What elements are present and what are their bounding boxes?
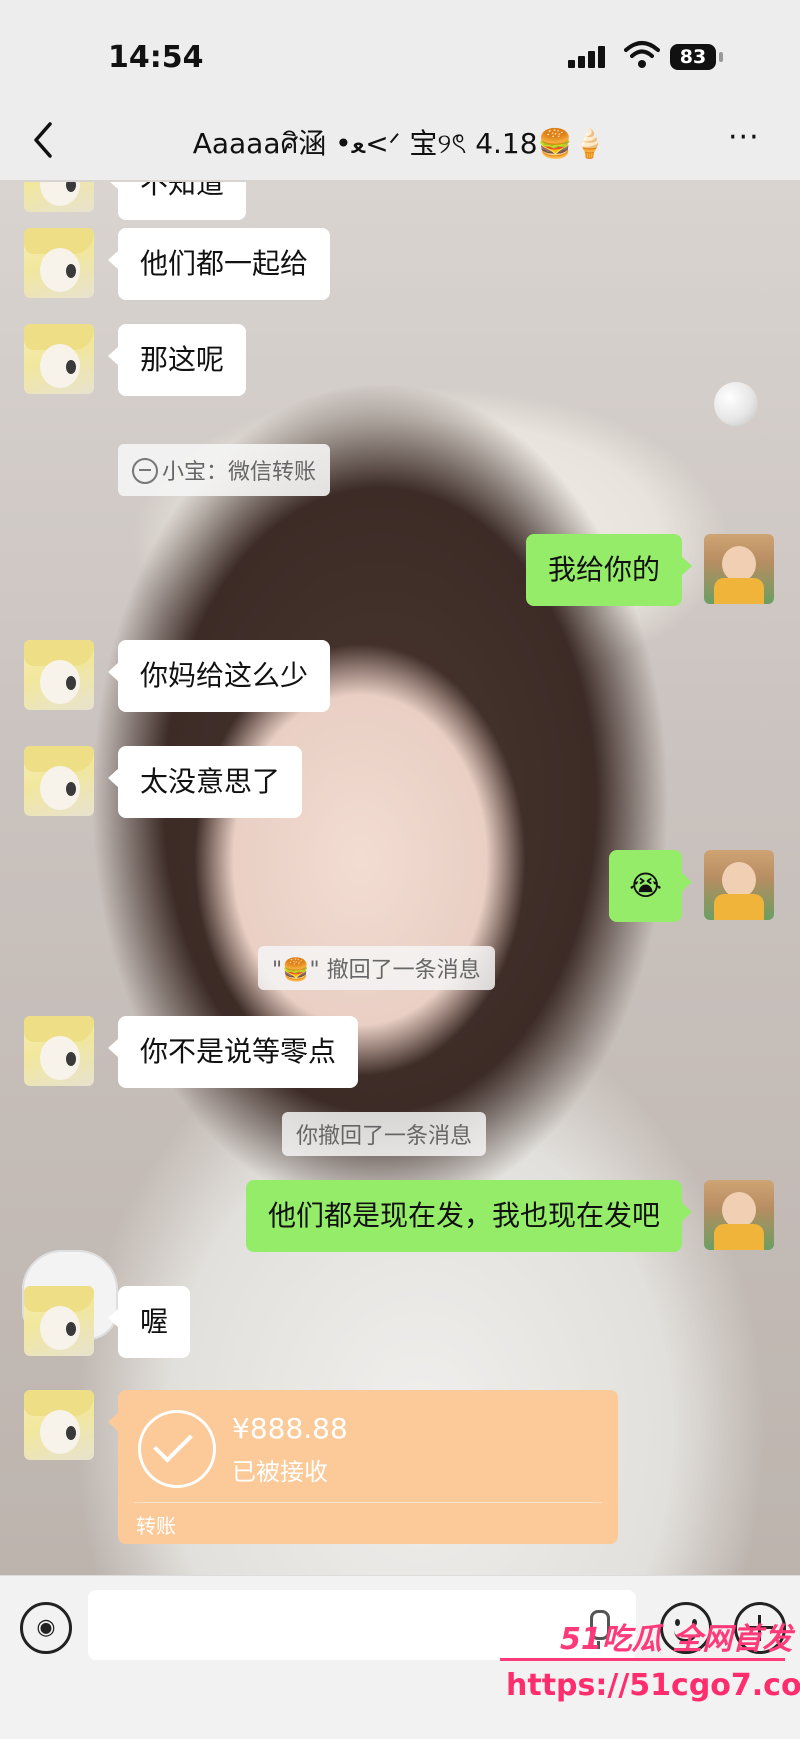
- message-bubble-left[interactable]: 你不是说等零点: [107, 1016, 359, 1088]
- friend-avatar[interactable]: [24, 182, 94, 212]
- message-bubble-right[interactable]: 他们都是现在发，我也现在发吧: [245, 1180, 693, 1252]
- check-circle-icon: [138, 1410, 216, 1488]
- voice-icon[interactable]: ◉: [20, 1602, 72, 1654]
- transfer-divider: [134, 1502, 602, 1503]
- message-bubble-left[interactable]: 不知道: [107, 182, 247, 220]
- friend-avatar[interactable]: [24, 228, 94, 298]
- transfer-icon: [132, 458, 158, 484]
- watermark-title: 51吃瓜 全网首发: [560, 1622, 793, 1657]
- chat-message-list[interactable]: 不知道 他们都一起给 那这呢 小宝：微信转账 我给你的 你妈给这么少 太没意思了…: [0, 182, 800, 1575]
- friend-avatar[interactable]: [24, 1390, 94, 1460]
- battery-tip: [719, 52, 723, 62]
- quoted-message-text: 小宝：微信转账: [162, 460, 317, 485]
- transfer-status: 已被接收: [232, 1458, 328, 1486]
- signal-icon: [568, 46, 608, 68]
- message-bubble-left[interactable]: 你妈给这么少: [107, 640, 331, 712]
- message-bubble-right[interactable]: 我给你的: [525, 534, 693, 606]
- recall-notice: 你撤回了一条消息: [282, 1112, 487, 1156]
- status-bar: 14:54 83: [0, 0, 800, 100]
- transfer-card[interactable]: ¥888.88 已被接收 转账: [108, 1390, 618, 1544]
- my-avatar[interactable]: [704, 534, 774, 604]
- message-bubble-left[interactable]: 太没意思了: [107, 746, 303, 818]
- battery-icon: 83: [670, 44, 716, 70]
- ornament-ball: [714, 382, 758, 426]
- recall-notice: "🍔" 撤回了一条消息: [258, 946, 495, 990]
- my-avatar[interactable]: [704, 1180, 774, 1250]
- status-time: 14:54: [108, 40, 204, 75]
- chat-header: Aaaaaศิ涵 •ﻌ<ᐟ 宝୨ৎ 4.18🍔🍦 ···: [0, 100, 800, 183]
- my-avatar[interactable]: [704, 850, 774, 920]
- chat-title[interactable]: Aaaaaศิ涵 •ﻌ<ᐟ 宝୨ৎ 4.18🍔🍦: [140, 122, 660, 169]
- friend-avatar[interactable]: [24, 640, 94, 710]
- message-bubble-left[interactable]: 他们都一起给: [107, 228, 331, 300]
- message-input[interactable]: [88, 1590, 636, 1660]
- quoted-message[interactable]: 小宝：微信转账: [118, 444, 331, 496]
- message-bubble-left[interactable]: 喔: [107, 1286, 191, 1358]
- watermark-url: https://51cgo7.com: [506, 1668, 800, 1703]
- wifi-icon: [624, 41, 660, 68]
- message-bubble-right[interactable]: 😭: [609, 850, 692, 922]
- transfer-amount: ¥888.88: [232, 1412, 348, 1445]
- friend-avatar[interactable]: [24, 1016, 94, 1086]
- friend-avatar[interactable]: [24, 746, 94, 816]
- message-bubble-left[interactable]: 那这呢: [107, 324, 247, 396]
- friend-avatar[interactable]: [24, 1286, 94, 1356]
- friend-avatar[interactable]: [24, 324, 94, 394]
- chevron-left-icon[interactable]: [24, 118, 64, 162]
- transfer-label: 转账: [136, 1514, 176, 1538]
- watermark-underline: [500, 1658, 785, 1661]
- more-options-icon[interactable]: ···: [728, 120, 760, 155]
